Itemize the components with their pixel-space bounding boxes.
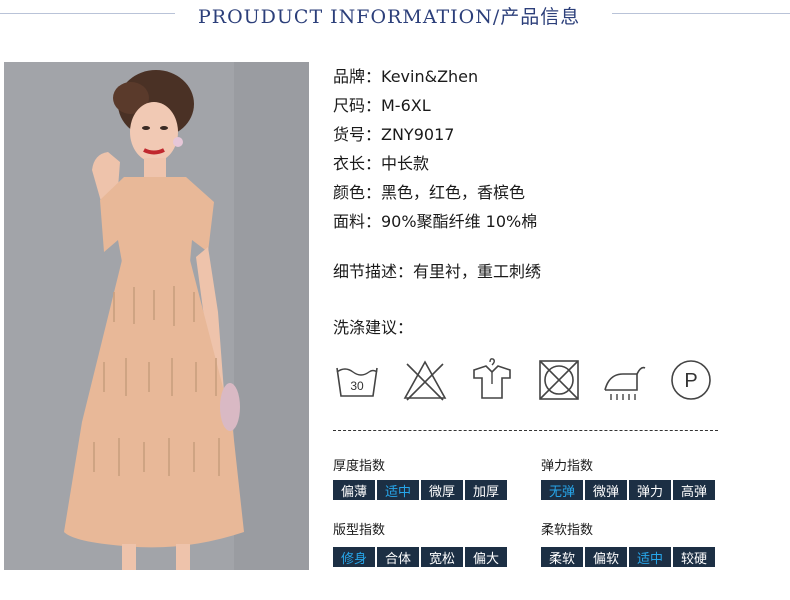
professional-clean-icon: P	[671, 360, 711, 400]
index-option-selected: 适中	[377, 480, 419, 500]
wash-30-icon: 30	[336, 367, 378, 397]
elasticity-index-title: 弹力指数	[541, 459, 594, 474]
index-option: 偏大	[465, 547, 507, 567]
product-info-list: 品牌：Kevin&Zhen 尺码：M-6XL 货号：ZNY9017 衣长：中长款…	[333, 62, 537, 236]
thickness-index-title: 厚度指数	[333, 459, 386, 474]
product-photo	[4, 62, 309, 570]
professional-clean-label: P	[684, 370, 697, 392]
index-option-selected: 适中	[629, 547, 671, 567]
index-option: 加厚	[465, 480, 507, 500]
index-option: 微弹	[585, 480, 627, 500]
header-line-left	[0, 13, 175, 14]
info-colors: 颜色：黑色，红色，香槟色	[333, 183, 526, 202]
index-option: 弹力	[629, 480, 671, 500]
detail-description: 细节描述：有里衬，重工刺绣	[333, 262, 542, 281]
fit-index-options: 修身 合体 宽松 偏大	[333, 547, 507, 567]
fit-index-title: 版型指数	[333, 523, 386, 538]
index-option: 宽松	[421, 547, 463, 567]
info-fabric: 面料：90%聚酯纤维 10%棉	[333, 212, 538, 231]
index-option-selected: 修身	[333, 547, 375, 567]
index-option: 偏薄	[333, 480, 375, 500]
info-item-number: 货号：ZNY9017	[333, 125, 455, 144]
index-option: 高弹	[673, 480, 715, 500]
thickness-index-options: 偏薄 适中 微厚 加厚	[333, 480, 507, 500]
elasticity-index-options: 无弹 微弹 弹力 高弹	[541, 480, 715, 500]
washing-title: 洗涤建议：	[333, 318, 414, 337]
wash-temp-label: 30	[350, 379, 364, 393]
info-brand: 品牌：Kevin&Zhen	[333, 67, 479, 86]
do-not-tumble-dry-icon	[539, 360, 579, 400]
do-not-bleach-icon	[403, 360, 447, 401]
index-option: 较硬	[673, 547, 715, 567]
hang-dry-icon	[473, 358, 511, 399]
index-option: 微厚	[421, 480, 463, 500]
page-title: PROUDUCT INFORMATION/产品信息	[198, 6, 581, 28]
softness-index-options: 柔软 偏软 适中 较硬	[541, 547, 715, 567]
softness-index-title: 柔软指数	[541, 523, 594, 538]
index-option: 柔软	[541, 547, 583, 567]
index-option: 偏软	[585, 547, 627, 567]
info-size: 尺码：M-6XL	[333, 96, 431, 115]
divider	[333, 430, 718, 431]
header-line-right	[612, 13, 790, 14]
info-length: 衣长：中长款	[333, 154, 430, 173]
model-illustration	[4, 62, 309, 570]
care-icons: 30 P	[333, 356, 718, 406]
index-option-selected: 无弹	[541, 480, 583, 500]
index-option: 合体	[377, 547, 419, 567]
iron-icon	[604, 366, 646, 400]
